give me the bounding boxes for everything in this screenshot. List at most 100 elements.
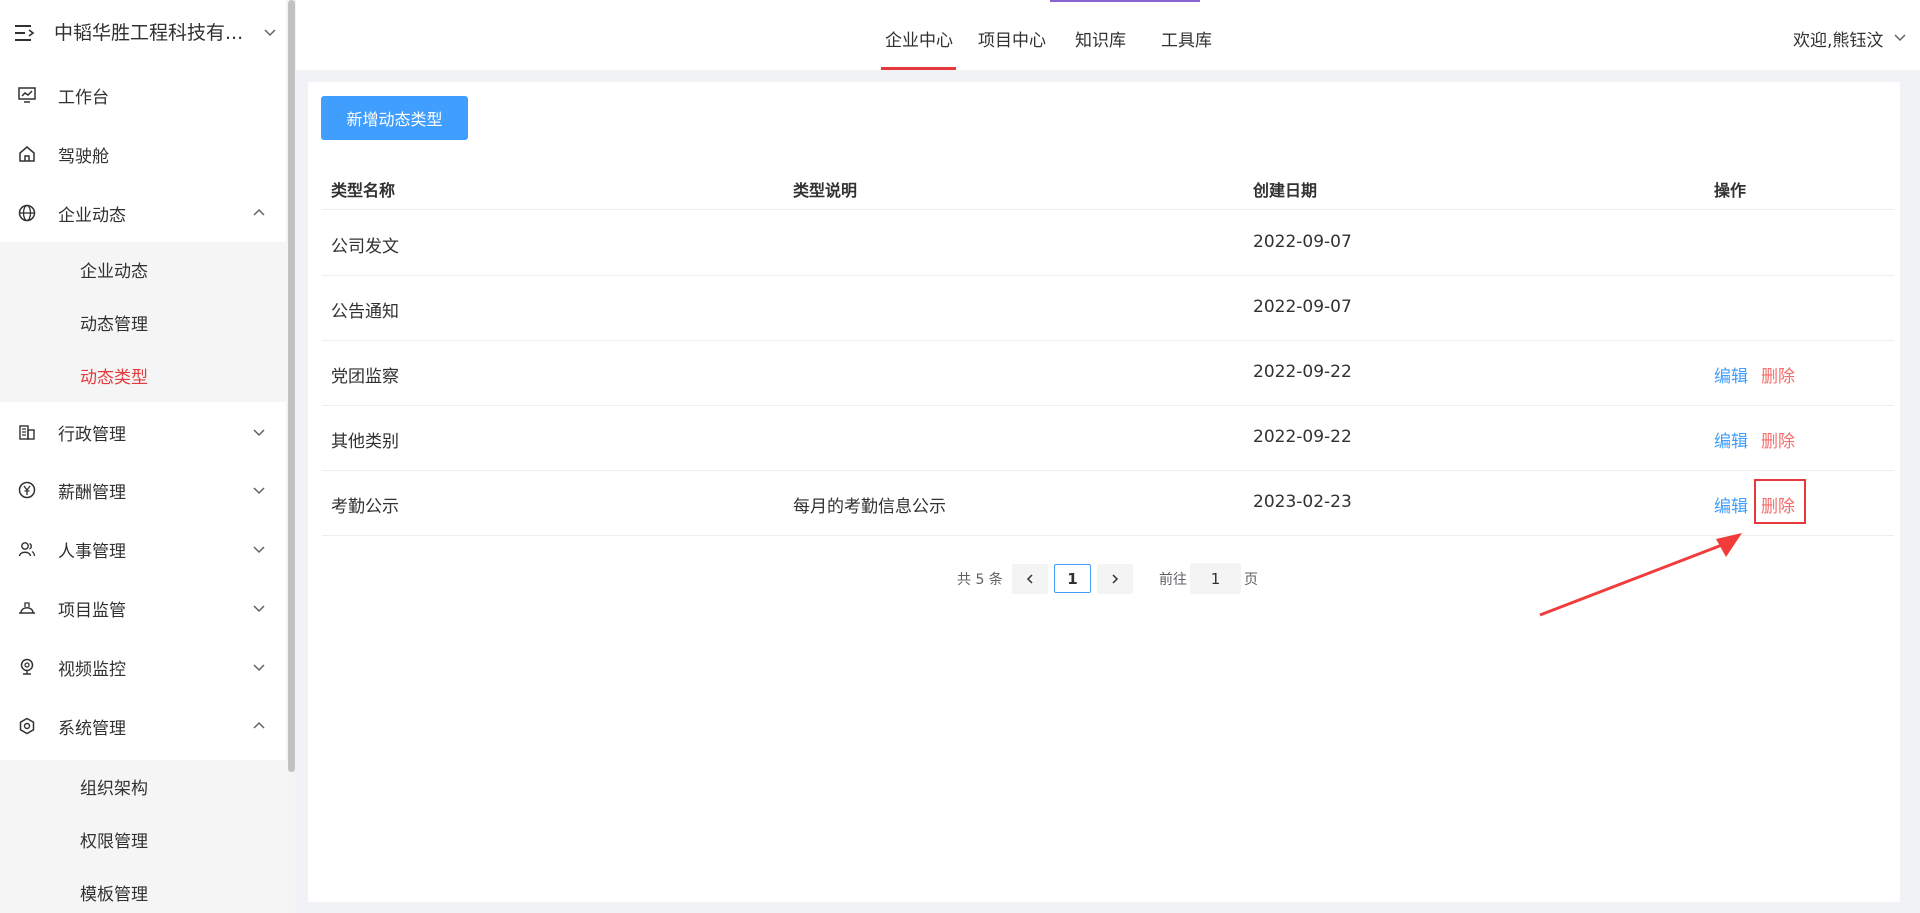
cell-created-date: 2022-09-22 bbox=[1253, 427, 1352, 447]
submenu-enterprise-news: 企业动态 动态管理 动态类型 bbox=[0, 242, 286, 402]
sidebar-item-label: 薪酬管理 bbox=[58, 482, 126, 503]
chevron-down-icon[interactable] bbox=[1893, 30, 1907, 44]
camera-icon bbox=[20, 658, 34, 675]
add-news-type-button[interactable]: 新增动态类型 bbox=[321, 96, 468, 140]
chevron-right-icon bbox=[1112, 574, 1119, 584]
cell-created-date: 2022-09-07 bbox=[1253, 297, 1352, 317]
column-header-actions: 操作 bbox=[1714, 181, 1747, 200]
sidebar-item-label: 项目监管 bbox=[58, 600, 126, 621]
sidebar-item-cockpit[interactable]: 驾驶舱 bbox=[0, 126, 286, 182]
active-tab-indicator bbox=[881, 67, 956, 70]
pagination-total: 共 5 条 bbox=[957, 572, 1003, 588]
content-card bbox=[308, 82, 1900, 902]
globe-icon bbox=[18, 204, 36, 222]
column-header-created-date: 创建日期 bbox=[1253, 181, 1318, 200]
company-name[interactable]: 中韬华胜工程科技有... bbox=[54, 18, 243, 45]
user-welcome[interactable]: 欢迎,熊钰汶 bbox=[1793, 26, 1883, 51]
yen-coin-icon bbox=[18, 481, 36, 499]
sidebar-item-label: 视频监控 bbox=[58, 659, 126, 680]
annotation-arrow-icon bbox=[1539, 533, 1742, 617]
column-header-type-name: 类型名称 bbox=[331, 181, 396, 200]
subitem-label: 企业动态 bbox=[80, 261, 148, 282]
monitor-chart-icon bbox=[18, 87, 36, 103]
sidebar-item-label: 行政管理 bbox=[58, 424, 126, 445]
page-number-current[interactable]: 1 bbox=[1054, 564, 1091, 593]
edit-link[interactable]: 编辑 bbox=[1714, 362, 1748, 387]
chevron-up-icon bbox=[253, 721, 265, 729]
subitem-label: 动态管理 bbox=[80, 314, 148, 335]
home-icon bbox=[19, 146, 35, 162]
scrollbar-thumb[interactable] bbox=[288, 0, 295, 772]
chevron-down-icon bbox=[253, 605, 265, 613]
sidebar-subitem-template[interactable]: 模板管理 bbox=[0, 866, 286, 913]
sidebar-item-salary[interactable]: 薪酬管理 bbox=[0, 462, 286, 518]
cell-type-name: 公司发文 bbox=[331, 237, 399, 257]
cell-type-name: 考勤公示 bbox=[331, 497, 399, 517]
chevron-down-icon bbox=[253, 546, 265, 554]
subitem-label: 动态类型 bbox=[80, 367, 148, 388]
delete-link[interactable]: 删除 bbox=[1761, 362, 1795, 387]
sidebar-item-video[interactable]: 视频监控 bbox=[0, 639, 286, 695]
edit-link[interactable]: 编辑 bbox=[1714, 492, 1748, 517]
row-divider bbox=[322, 275, 1894, 276]
tab-project-center[interactable]: 项目中心 bbox=[978, 26, 1046, 51]
cell-type-name: 公告通知 bbox=[331, 302, 399, 322]
subitem-label: 模板管理 bbox=[80, 884, 148, 905]
sidebar-item-label: 工作台 bbox=[58, 87, 109, 108]
subitem-label: 权限管理 bbox=[80, 831, 148, 852]
row-divider bbox=[322, 209, 1894, 210]
subitem-label: 组织架构 bbox=[80, 778, 148, 799]
hexagon-gear-icon bbox=[19, 717, 35, 735]
sidebar-item-hr[interactable]: 人事管理 bbox=[0, 521, 286, 577]
highlight-box bbox=[1754, 479, 1806, 524]
sidebar-subitem-news-type[interactable]: 动态类型 bbox=[0, 349, 286, 401]
chevron-down-icon[interactable] bbox=[263, 25, 277, 39]
cell-created-date: 2022-09-22 bbox=[1253, 362, 1352, 382]
sidebar-item-system[interactable]: 系统管理 bbox=[0, 698, 286, 754]
pagination-goto-input[interactable] bbox=[1190, 563, 1241, 594]
cell-type-name: 党团监察 bbox=[331, 367, 399, 387]
pagination-page-label: 页 bbox=[1244, 572, 1258, 588]
tab-enterprise-center[interactable]: 企业中心 bbox=[885, 26, 953, 51]
sidebar-item-enterprise-news[interactable]: 企业动态 bbox=[0, 185, 286, 241]
sidebar-subitem-org[interactable]: 组织架构 bbox=[0, 760, 286, 812]
column-header-type-desc: 类型说明 bbox=[793, 181, 858, 200]
building-icon bbox=[19, 425, 35, 440]
submenu-system: 组织架构 权限管理 模板管理 bbox=[0, 760, 286, 913]
cell-created-date: 2023-02-23 bbox=[1253, 492, 1352, 512]
sidebar-item-label: 人事管理 bbox=[58, 541, 126, 562]
sidebar-item-project-supervision[interactable]: 项目监管 bbox=[0, 580, 286, 636]
sidebar-item-label: 系统管理 bbox=[58, 718, 126, 739]
chevron-down-icon bbox=[253, 429, 265, 437]
sidebar-scrollbar[interactable] bbox=[286, 0, 296, 913]
top-accent-line bbox=[1050, 0, 1200, 2]
next-page-button[interactable] bbox=[1097, 564, 1133, 594]
menu-fold-icon[interactable] bbox=[15, 24, 37, 42]
sidebar-item-workbench[interactable]: 工作台 bbox=[0, 67, 286, 123]
tab-knowledge-base[interactable]: 知识库 bbox=[1075, 26, 1126, 51]
row-divider bbox=[322, 405, 1894, 406]
users-icon bbox=[18, 542, 36, 557]
tab-tool-library[interactable]: 工具库 bbox=[1161, 26, 1212, 51]
delete-link[interactable]: 删除 bbox=[1761, 427, 1795, 452]
sidebar-subitem-news-manage[interactable]: 动态管理 bbox=[0, 296, 286, 348]
cell-created-date: 2022-09-07 bbox=[1253, 232, 1352, 252]
chevron-down-icon bbox=[253, 664, 265, 672]
pagination-goto-label: 前往 bbox=[1159, 572, 1187, 588]
sidebar-subitem-news[interactable]: 企业动态 bbox=[0, 243, 286, 295]
sidebar-subitem-permission[interactable]: 权限管理 bbox=[0, 813, 286, 865]
chevron-down-icon bbox=[253, 487, 265, 495]
row-divider bbox=[322, 470, 1894, 471]
sidebar-item-label: 驾驶舱 bbox=[58, 146, 109, 167]
helmet-icon bbox=[19, 602, 35, 614]
prev-page-button[interactable] bbox=[1012, 564, 1048, 594]
chevron-up-icon bbox=[253, 208, 265, 216]
sidebar-header[interactable]: 中韬华胜工程科技有... bbox=[0, 0, 286, 66]
sidebar: 中韬华胜工程科技有... 工作台 驾驶舱 企业动态 企业动态 动态管理 动态类型… bbox=[0, 0, 286, 913]
edit-link[interactable]: 编辑 bbox=[1714, 427, 1748, 452]
sidebar-item-label: 企业动态 bbox=[58, 205, 126, 226]
cell-type-name: 其他类别 bbox=[331, 432, 399, 452]
sidebar-item-admin[interactable]: 行政管理 bbox=[0, 404, 286, 460]
cell-type-desc: 每月的考勤信息公示 bbox=[793, 497, 946, 517]
row-divider bbox=[322, 340, 1894, 341]
